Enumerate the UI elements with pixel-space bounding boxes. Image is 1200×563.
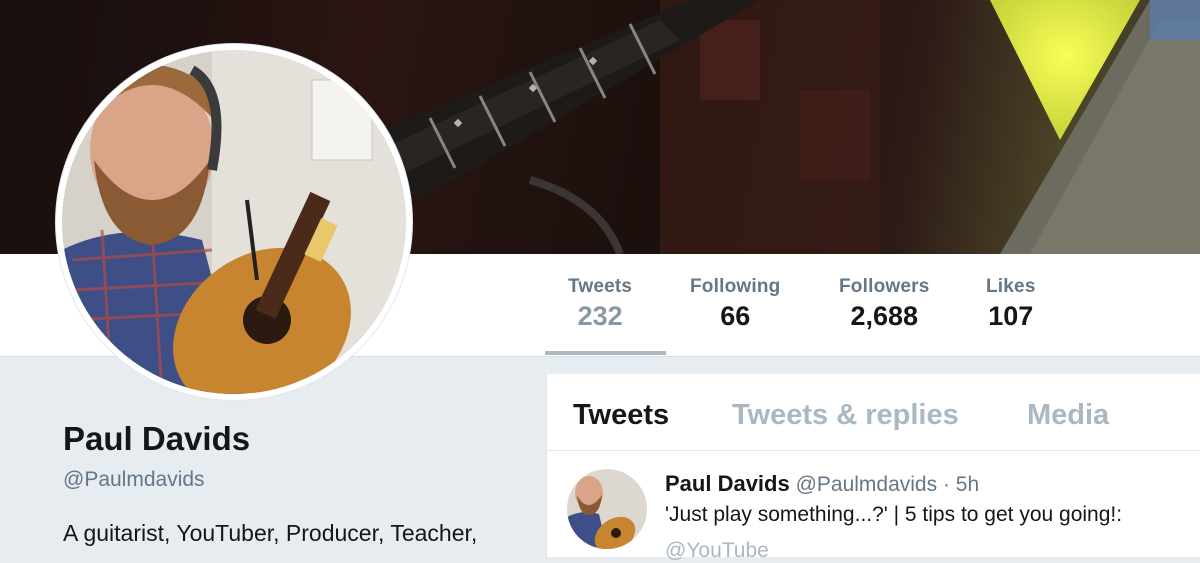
tweet-avatar-photo [567,469,647,549]
tweet-item[interactable]: Paul Davids @Paulmdavids · 5h 'Just play… [547,451,1200,562]
stat-following-value: 66 [720,301,751,331]
stat-followers-value: 2,688 [850,301,919,331]
stat-following-label: Following [690,276,781,297]
stat-likes-value: 107 [988,301,1034,331]
tweet-header: Paul Davids @Paulmdavids · 5h [665,471,979,497]
active-stat-underline [545,351,666,355]
timeline-tabs: Tweets Tweets & replies Media [547,374,1200,451]
tweet-timestamp[interactable]: 5h [956,473,979,496]
tweet-separator: · [942,473,950,496]
profile-handle[interactable]: @Paulmdavids [63,468,205,492]
profile-avatar[interactable] [56,44,412,400]
tweet-avatar[interactable] [567,469,647,549]
avatar-photo [62,50,406,394]
tab-media[interactable]: Media [1027,399,1109,432]
profile-bio: A guitarist, YouTuber, Producer, Teacher… [63,520,478,546]
tweet-author-handle[interactable]: @Paulmdavids [796,473,938,496]
tweet-link[interactable]: @YouTube [665,539,769,563]
stat-followers-label: Followers [839,276,930,297]
tweet-author-name[interactable]: Paul Davids [665,471,790,496]
tab-tweets-replies[interactable]: Tweets & replies [732,399,959,432]
profile-name: Paul Davids [63,420,251,457]
tab-tweets[interactable]: Tweets [573,399,669,432]
tweet-text: 'Just play something...?' | 5 tips to ge… [665,503,1123,526]
stat-followers[interactable]: Followers 2,688 [839,276,929,332]
stat-likes[interactable]: Likes 107 [986,276,1036,332]
stat-tweets-label: Tweets [568,276,633,297]
stat-following[interactable]: Following 66 [690,276,780,332]
stat-likes-label: Likes [986,276,1036,297]
stat-tweets[interactable]: Tweets 232 [568,276,632,332]
timeline: Tweets Tweets & replies Media Paul David… [546,374,1200,562]
stat-tweets-value: 232 [577,301,623,331]
